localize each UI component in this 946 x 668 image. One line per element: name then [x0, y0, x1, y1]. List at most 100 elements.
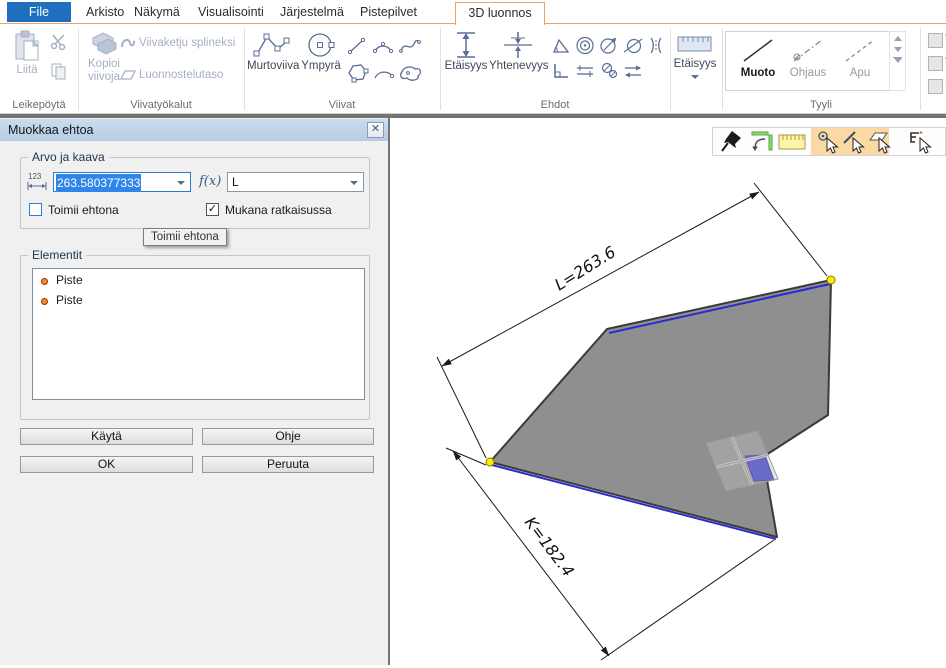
paste-label: Liitä	[8, 64, 46, 77]
sketch-point-2	[827, 276, 835, 284]
drawing-canvas[interactable]: L=263.6 K=182.4	[390, 118, 946, 665]
tangent-constraint-button[interactable]	[622, 36, 644, 58]
extension-line	[446, 448, 486, 465]
polyline-button[interactable]: Murtoviiva	[247, 30, 297, 96]
spline-tool-button[interactable]	[398, 36, 422, 59]
gallery-scroll-down-button[interactable]	[890, 47, 905, 52]
spline-chain-icon	[120, 36, 136, 53]
closed-spline-tool-icon	[398, 64, 424, 82]
select-element-filter-button[interactable]	[905, 129, 934, 154]
list-item[interactable]: Piste	[33, 292, 364, 309]
group-caption-viivat: Viivat	[244, 98, 440, 112]
circle-button[interactable]: Ympyrä	[299, 30, 343, 96]
equal-constraint-icon	[599, 62, 620, 80]
parallel-constraint-button[interactable]	[575, 64, 595, 82]
list-item-label: Piste	[56, 293, 83, 307]
extension-line	[437, 357, 486, 458]
diameter-constraint-icon	[599, 36, 620, 55]
gallery-scroll-up-button[interactable]	[890, 36, 905, 41]
tangent-constraint-icon	[622, 36, 644, 55]
horizontal-distance-button[interactable]	[622, 64, 644, 82]
tab-jarjestelma[interactable]: Järjestelmä	[270, 2, 354, 22]
sketch-solid-shape	[490, 280, 831, 539]
polygon-tool-icon	[346, 62, 370, 84]
circle-label: Ympyrä	[299, 60, 343, 73]
select-point-filter-button[interactable]	[813, 129, 842, 154]
equal-constraint-button[interactable]	[599, 62, 620, 83]
clipboard-icon	[8, 30, 46, 64]
sketch-plane-icon	[120, 68, 136, 85]
measure-distance-button[interactable]: Etäisyys	[668, 32, 722, 94]
list-item[interactable]: Piste	[33, 272, 364, 289]
spline-tool-icon	[398, 36, 422, 56]
polygon-tool-button[interactable]	[346, 62, 370, 87]
group-separator	[920, 28, 921, 110]
copy-lines-button[interactable]: Kopioi viivoja	[84, 30, 124, 96]
chevron-down-icon[interactable]	[177, 181, 185, 185]
tab-3d-luonnos[interactable]: 3D luonnos	[455, 2, 545, 25]
style-muoto-button[interactable]: Muoto	[734, 36, 782, 86]
tab-file[interactable]: File	[7, 2, 71, 22]
distance-constraint-icon	[443, 30, 489, 60]
include-in-solve-checkbox[interactable]: ✓	[206, 203, 219, 216]
value-combobox[interactable]: 263.580377333	[53, 172, 191, 192]
help-button[interactable]: Ohje	[202, 428, 374, 445]
ribbon-tab-bar: File Arkisto Näkymä Visualisointi Järjes…	[0, 0, 946, 24]
line-tool-icon	[346, 36, 368, 56]
copy-button[interactable]	[50, 62, 70, 80]
chevron-down-icon[interactable]	[350, 181, 358, 185]
dropdown-caret-icon	[691, 75, 699, 79]
acts-as-constraint-checkbox[interactable]	[29, 203, 42, 216]
select-face-filter-button[interactable]	[865, 129, 894, 154]
paste-button[interactable]: Liitä	[8, 30, 46, 96]
measure-button[interactable]	[777, 129, 806, 154]
formula-combobox-text: L	[232, 175, 239, 189]
ok-button[interactable]: OK	[20, 456, 193, 473]
concentric-constraint-button[interactable]	[575, 36, 595, 58]
tab-visualisointi[interactable]: Visualisointi	[188, 2, 274, 22]
cut-button[interactable]	[50, 33, 70, 51]
group-caption-ehdot: Ehdot	[440, 98, 670, 112]
style-ohjaus-button[interactable]: Ohjaus	[784, 36, 832, 86]
point-bullet-icon	[41, 298, 48, 305]
formula-combobox[interactable]: L	[227, 172, 364, 192]
right-checkbox-3[interactable]	[928, 79, 943, 94]
tab-pistepilvet[interactable]: Pistepilvet	[350, 2, 427, 22]
spline-chain-label: Viivaketju splineksi	[139, 36, 235, 51]
dialog-close-button[interactable]: ✕	[367, 122, 384, 138]
apply-button[interactable]: Käytä	[20, 428, 193, 445]
symmetry-constraint-button[interactable]	[645, 36, 667, 58]
sketch-plane-button[interactable]: Luonnostelutaso	[120, 68, 242, 84]
style-apu-button[interactable]: Apu	[836, 36, 884, 86]
right-checkbox-1[interactable]	[928, 33, 943, 48]
style-gallery-scrollbar	[889, 31, 906, 91]
elements-list[interactable]: Piste Piste	[32, 268, 365, 400]
extension-line	[754, 183, 827, 276]
cancel-button[interactable]: Peruuta	[202, 456, 374, 473]
right-checkbox-2[interactable]	[928, 56, 943, 71]
tab-nakyma[interactable]: Näkymä	[124, 2, 190, 22]
arc-tool-button[interactable]	[371, 36, 395, 59]
elements-group-label: Elementit	[28, 249, 86, 262]
dialog-title[interactable]: Muokkaa ehtoa	[0, 119, 388, 141]
gallery-expand-button[interactable]	[890, 57, 905, 63]
parallel-constraint-icon	[575, 64, 595, 79]
perpendicular-constraint-button[interactable]	[551, 62, 571, 83]
tooltip: Toimii ehtona	[143, 228, 227, 246]
group-caption-leikepoyta: Leikepöytä	[0, 98, 78, 112]
spline-chain-button[interactable]: Viivaketju splineksi	[120, 36, 242, 52]
angle-constraint-button[interactable]	[551, 37, 571, 57]
style-apu-label: Apu	[836, 67, 884, 80]
solid-line-icon	[738, 36, 778, 64]
select-edge-filter-button[interactable]	[839, 129, 868, 154]
arc2-tool-button[interactable]	[372, 64, 396, 85]
orient-plane-button[interactable]	[747, 129, 776, 154]
arc-tool-icon	[371, 36, 395, 56]
line-tool-button[interactable]	[346, 36, 368, 59]
distance-constraint-button[interactable]: Etäisyys	[443, 30, 489, 96]
coincident-constraint-button[interactable]: Yhtenevyys	[489, 30, 547, 96]
closed-spline-tool-button[interactable]	[398, 64, 424, 85]
pin-button[interactable]	[716, 129, 745, 154]
diameter-constraint-button[interactable]	[599, 36, 620, 58]
copy-icon	[50, 69, 68, 83]
